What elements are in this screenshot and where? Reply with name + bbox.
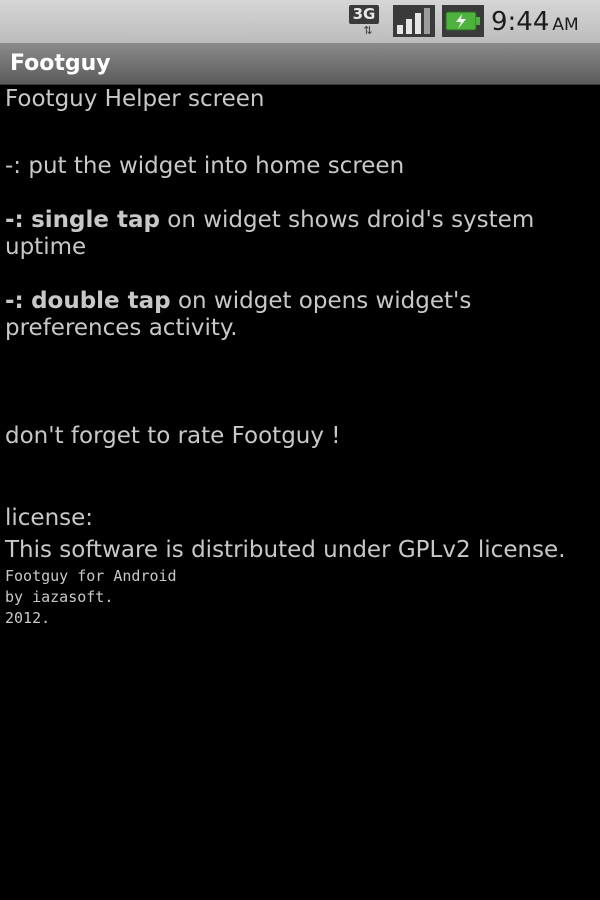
instruction-prefix: -: — [5, 207, 24, 233]
3g-icon: 3G ⇅ — [349, 5, 387, 37]
clock-time: 9:44 — [491, 7, 550, 37]
license-text: This software is distributed under GPLv2… — [5, 537, 566, 563]
status-bar: 3G ⇅ 9:44 AM — [0, 0, 600, 44]
instruction-text: put the widget into home screen — [28, 153, 405, 179]
credits-line-3: 2012. — [5, 609, 51, 627]
rate-reminder: don't forget to rate Footguy ! — [5, 423, 341, 449]
instruction-gesture: double tap — [31, 288, 171, 314]
app-title: Footguy — [10, 51, 111, 76]
app-title-bar: Footguy — [0, 44, 600, 85]
status-time: 9:44 AM — [491, 4, 579, 40]
license-label: license: — [5, 505, 94, 531]
network-type-label: 3G — [349, 5, 379, 24]
instruction-item-3: -: double tap on widget opens widget's p… — [5, 288, 595, 342]
battery-charging-icon — [442, 5, 484, 37]
helper-heading: Footguy Helper screen — [5, 86, 265, 112]
signal-icon — [393, 5, 435, 37]
credits-line-2: by iazasoft. — [5, 588, 114, 606]
data-arrows-icon: ⇅ — [363, 24, 373, 37]
helper-content: Footguy Helper screen -: put the widget … — [5, 86, 595, 629]
instruction-gesture: single tap — [31, 207, 160, 233]
instruction-item-1: -: put the widget into home screen — [5, 153, 595, 180]
clock-ampm: AM — [552, 15, 579, 35]
credits-line-1: Footguy for Android — [5, 567, 177, 585]
app-screen: 3G ⇅ 9:44 AM Footguy Footguy Helper scre… — [0, 0, 600, 900]
instruction-prefix: -: — [5, 288, 24, 314]
instruction-prefix: -: — [5, 153, 22, 179]
instruction-item-2: -: single tap on widget shows droid's sy… — [5, 207, 595, 261]
